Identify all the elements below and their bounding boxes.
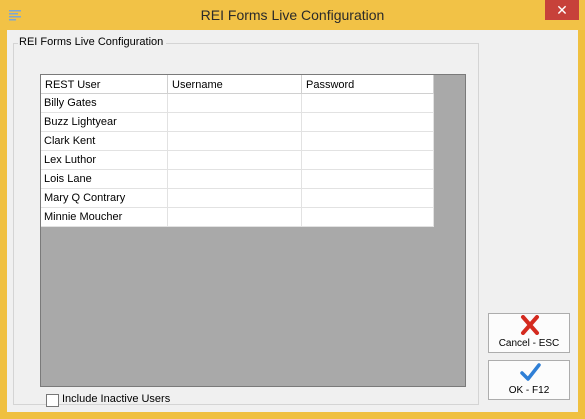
cell-password[interactable] <box>301 93 434 113</box>
table-row[interactable]: Clark Kent <box>41 131 434 151</box>
cell-password[interactable] <box>301 169 434 189</box>
dialog-body: REI Forms Live Configuration REST User U… <box>7 30 578 412</box>
cell-rest-user[interactable]: Lex Luthor <box>41 150 168 170</box>
column-header-password[interactable]: Password <box>301 75 434 94</box>
table-row[interactable]: Billy Gates <box>41 93 434 113</box>
users-table: REST User Username Password Billy Gates <box>41 75 434 227</box>
table-row[interactable]: Minnie Moucher <box>41 207 434 227</box>
ok-button[interactable]: OK - F12 <box>488 360 570 400</box>
cell-password[interactable] <box>301 112 434 132</box>
cell-username[interactable] <box>167 207 302 227</box>
app-window: REI Forms Live Configuration ✕ REI Forms… <box>0 0 585 419</box>
users-grid[interactable]: REST User Username Password Billy Gates <box>40 74 466 387</box>
cell-username[interactable] <box>167 150 302 170</box>
include-inactive-label[interactable]: Include Inactive Users <box>62 393 170 405</box>
include-inactive-checkbox[interactable] <box>46 394 59 407</box>
cell-rest-user[interactable]: Minnie Moucher <box>41 207 168 227</box>
cell-password[interactable] <box>301 131 434 151</box>
cell-password[interactable] <box>301 150 434 170</box>
cell-username[interactable] <box>167 188 302 208</box>
red-x-icon <box>521 315 539 335</box>
table-row[interactable]: Lex Luthor <box>41 150 434 170</box>
configuration-group: REI Forms Live Configuration REST User U… <box>13 36 479 407</box>
cell-rest-user[interactable]: Clark Kent <box>41 131 168 151</box>
cell-rest-user[interactable]: Buzz Lightyear <box>41 112 168 132</box>
cancel-button-label: Cancel - ESC <box>498 338 560 349</box>
cell-username[interactable] <box>167 112 302 132</box>
cell-rest-user[interactable]: Lois Lane <box>41 169 168 189</box>
cell-username[interactable] <box>167 131 302 151</box>
column-header-username[interactable]: Username <box>167 75 302 94</box>
cell-rest-user[interactable]: Mary Q Contrary <box>41 188 168 208</box>
ok-button-label: OK - F12 <box>508 385 550 396</box>
table-row[interactable]: Buzz Lightyear <box>41 112 434 132</box>
cell-rest-user[interactable]: Billy Gates <box>41 93 168 113</box>
table-row[interactable]: Lois Lane <box>41 169 434 189</box>
group-label: REI Forms Live Configuration <box>18 36 167 48</box>
cell-username[interactable] <box>167 169 302 189</box>
column-header-rest-user[interactable]: REST User <box>41 75 168 94</box>
title-bar[interactable]: REI Forms Live Configuration ✕ <box>0 0 585 30</box>
cancel-button[interactable]: Cancel - ESC <box>488 313 570 353</box>
blue-checkmark-icon <box>520 363 541 381</box>
cell-username[interactable] <box>167 93 302 113</box>
table-header-row: REST User Username Password <box>41 75 434 94</box>
window-title: REI Forms Live Configuration <box>200 7 385 23</box>
cell-password[interactable] <box>301 188 434 208</box>
table-row[interactable]: Mary Q Contrary <box>41 188 434 208</box>
cell-password[interactable] <box>301 207 434 227</box>
close-button[interactable]: ✕ <box>545 0 579 20</box>
